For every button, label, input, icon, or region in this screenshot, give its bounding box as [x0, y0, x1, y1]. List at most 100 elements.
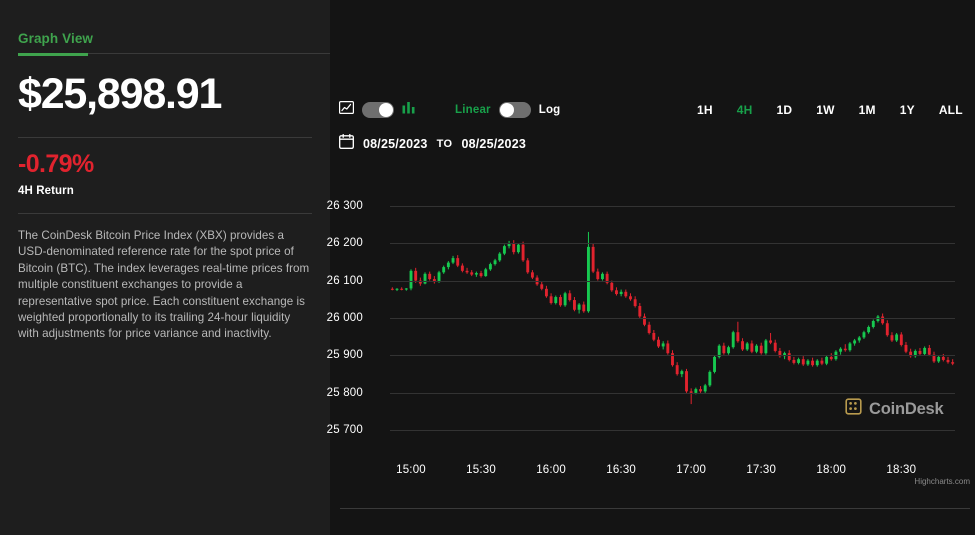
range-button-1d[interactable]: 1D [765, 103, 805, 117]
scale-log-label[interactable]: Log [539, 104, 561, 116]
range-button-1y[interactable]: 1Y [888, 103, 927, 117]
y-gridline [390, 392, 955, 394]
chart-type-switcher [339, 98, 415, 122]
candle-body [937, 356, 941, 362]
candle-body [516, 244, 520, 253]
candle-body [414, 270, 418, 281]
candle-body [885, 323, 889, 336]
date-range-picker[interactable]: 08/25/2023 TO 08/25/2023 [339, 133, 526, 155]
candle-body [797, 359, 801, 363]
candle-body [675, 365, 679, 375]
candle-body [941, 356, 945, 360]
candle-body [825, 356, 829, 364]
candle-body [759, 345, 763, 354]
tab-graph-view[interactable]: Graph View [18, 31, 93, 53]
candle-body [867, 326, 871, 333]
bar-chart-icon[interactable] [402, 101, 415, 119]
candle-body [857, 337, 861, 341]
candle-body [680, 371, 684, 375]
candle-body [540, 284, 544, 289]
scale-linear-label[interactable]: Linear [455, 104, 491, 116]
range-button-1h[interactable]: 1H [685, 103, 725, 117]
candle-body [582, 304, 586, 312]
candle-body [731, 332, 735, 348]
candle-body [428, 273, 432, 280]
candle-body [764, 340, 768, 354]
price-divider [18, 137, 312, 138]
current-price: $25,898.91 [18, 70, 222, 118]
range-button-all[interactable]: ALL [927, 103, 975, 117]
price-change-label: 4H Return [18, 185, 74, 197]
range-button-1w[interactable]: 1W [804, 103, 846, 117]
candle-body [512, 243, 516, 253]
candle-body [647, 324, 651, 333]
x-axis-label: 17:00 [676, 464, 707, 476]
candle-body [624, 291, 628, 297]
candle-body [727, 347, 730, 354]
candle-body [493, 260, 497, 265]
y-gridline [390, 205, 955, 207]
chart-toolbar: Linear Log 1H 4H 1D 1W 1M 1Y ALL [330, 98, 975, 122]
candle-body [470, 272, 474, 275]
date-range-from[interactable]: 08/25/2023 [363, 137, 428, 151]
candle-body [596, 271, 600, 280]
candle-body [502, 246, 506, 254]
candle-body [848, 343, 852, 351]
range-button-4h[interactable]: 4H [725, 103, 765, 117]
candle-body [465, 270, 469, 273]
candle-body [899, 334, 903, 345]
candle-body [587, 246, 590, 312]
candle-body [755, 345, 758, 352]
y-axis-label: 25 700 [326, 424, 363, 437]
coindesk-watermark: CoinDesk [845, 398, 944, 420]
candle-body [703, 385, 707, 392]
x-axis-label: 16:30 [606, 464, 637, 476]
candle-body [801, 359, 805, 365]
candle-body [839, 348, 843, 352]
view-tabs: Graph View [18, 0, 330, 56]
candle-body [530, 272, 534, 278]
date-range-to[interactable]: 08/25/2023 [461, 137, 526, 151]
candle-body [815, 360, 819, 366]
candle-body [895, 334, 899, 341]
candle-body [657, 339, 660, 347]
range-button-1m[interactable]: 1M [847, 103, 888, 117]
chart-type-toggle-knob [379, 103, 393, 117]
candle-body [820, 360, 824, 364]
change-divider [18, 213, 312, 214]
date-range-separator: TO [436, 138, 453, 150]
candle-body [615, 290, 618, 295]
scale-switcher: Linear Log [455, 98, 560, 122]
candle-body [554, 297, 558, 304]
candle-body [442, 267, 446, 273]
candle-body [853, 340, 857, 344]
scale-toggle-knob [499, 103, 514, 117]
candle-body [619, 291, 623, 295]
scale-toggle[interactable] [498, 102, 531, 118]
y-gridline [390, 430, 955, 432]
chart-type-toggle[interactable] [362, 102, 394, 118]
y-axis-label: 25 900 [326, 349, 363, 362]
highcharts-credit[interactable]: Highcharts.com [914, 477, 970, 486]
y-gridline [390, 280, 955, 282]
candle-body [927, 347, 931, 355]
candle-body [829, 356, 833, 360]
candle-body [395, 288, 399, 290]
candle-body [750, 343, 754, 352]
x-axis-label: 15:00 [396, 464, 426, 476]
candle-body [629, 296, 632, 300]
candle-body [526, 260, 530, 273]
calendar-icon[interactable] [339, 133, 354, 154]
candle-body [460, 265, 464, 271]
candle-body [446, 262, 450, 268]
candle-body [946, 359, 950, 363]
candlestick-chart[interactable]: 25 700 25 800 25 900 26 000 26 100 26 200 26 3… [326, 180, 975, 486]
line-chart-icon[interactable] [339, 101, 355, 119]
price-index-graph-view: Graph View $25,898.91 -0.79% 4H Return T… [0, 0, 975, 535]
candle-body [862, 332, 866, 338]
candle-body [685, 371, 688, 392]
candle-body [708, 371, 712, 386]
candle-body [591, 246, 595, 272]
candle-body [400, 288, 404, 290]
candle-body [736, 332, 740, 342]
